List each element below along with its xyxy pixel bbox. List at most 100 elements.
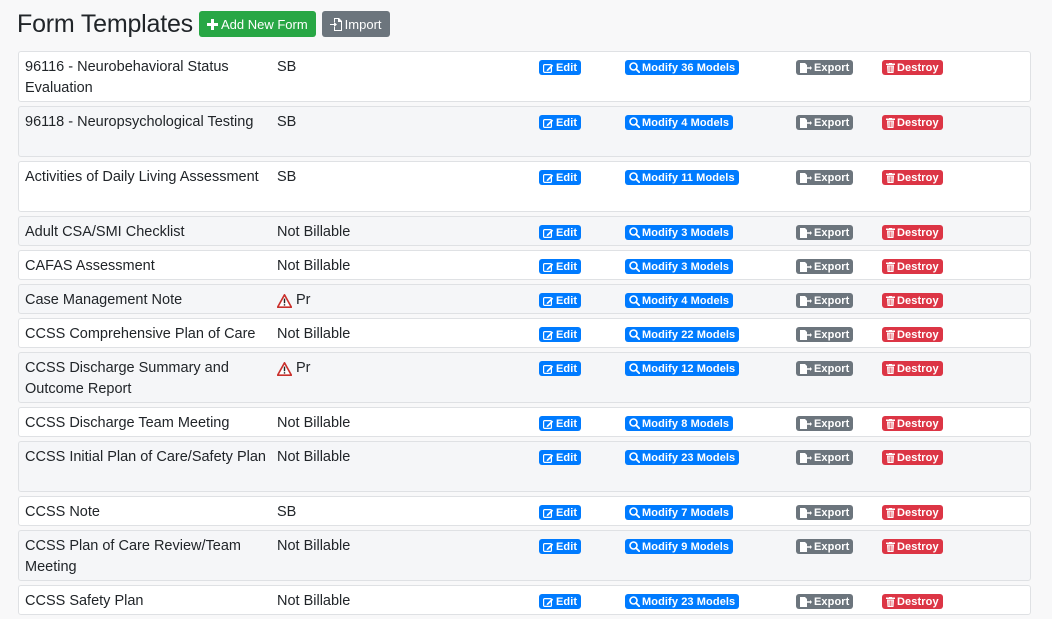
modify-models-button[interactable]: Modify 3 Models: [625, 225, 734, 240]
export-button[interactable]: Export: [796, 505, 854, 520]
destroy-button[interactable]: Destroy: [882, 170, 943, 185]
modify-models-button[interactable]: Modify 23 Models: [625, 450, 740, 465]
destroy-button[interactable]: Destroy: [882, 539, 943, 554]
row-actions: Edit Modify 4 Models Export Destroy: [19, 293, 1030, 309]
destroy-label: Destroy: [897, 417, 939, 430]
modify-models-button[interactable]: Modify 22 Models: [625, 327, 740, 342]
edit-label: Edit: [556, 260, 578, 273]
edit-button[interactable]: Edit: [539, 594, 582, 609]
row-actions: Edit Modify 9 Models Export Destroy: [19, 539, 1030, 555]
edit-button[interactable]: Edit: [539, 327, 582, 342]
edit-button[interactable]: Edit: [539, 361, 582, 376]
modify-models-label: Modify 22 Models: [642, 328, 736, 341]
edit-icon: [543, 63, 554, 73]
form-template-row: CCSS Plan of Care Review/Team Meeting No…: [18, 530, 1031, 581]
modify-models-label: Modify 9 Models: [642, 540, 730, 553]
modify-models-button[interactable]: Modify 12 Models: [625, 361, 740, 376]
destroy-label: Destroy: [897, 260, 939, 273]
modify-models-button[interactable]: Modify 3 Models: [625, 259, 734, 274]
modify-models-button[interactable]: Modify 9 Models: [625, 539, 734, 554]
trash-icon: [886, 418, 895, 429]
file-export-icon: [800, 227, 812, 238]
export-button[interactable]: Export: [796, 115, 854, 130]
modify-models-button[interactable]: Modify 4 Models: [625, 293, 734, 308]
modify-models-label: Modify 3 Models: [642, 260, 730, 273]
destroy-button[interactable]: Destroy: [882, 450, 943, 465]
export-label: Export: [814, 294, 850, 307]
edit-button[interactable]: Edit: [539, 259, 582, 274]
search-icon: [629, 295, 640, 306]
modify-models-button[interactable]: Modify 36 Models: [625, 60, 740, 75]
export-button[interactable]: Export: [796, 293, 854, 308]
file-export-icon: [800, 172, 812, 183]
search-icon: [629, 507, 640, 518]
export-label: Export: [814, 451, 850, 464]
destroy-button[interactable]: Destroy: [882, 225, 943, 240]
export-button[interactable]: Export: [796, 60, 854, 75]
edit-button[interactable]: Edit: [539, 60, 582, 75]
export-button[interactable]: Export: [796, 259, 854, 274]
destroy-button[interactable]: Destroy: [882, 505, 943, 520]
destroy-label: Destroy: [897, 362, 939, 375]
destroy-button[interactable]: Destroy: [882, 327, 943, 342]
export-button[interactable]: Export: [796, 361, 854, 376]
destroy-label: Destroy: [897, 540, 939, 553]
destroy-button[interactable]: Destroy: [882, 60, 943, 75]
search-icon: [629, 261, 640, 272]
edit-button[interactable]: Edit: [539, 115, 582, 130]
edit-button[interactable]: Edit: [539, 170, 582, 185]
form-template-row: Case Management Note Pr Edit Modify 4 Mo…: [18, 284, 1031, 314]
file-export-icon: [800, 261, 812, 272]
destroy-button[interactable]: Destroy: [882, 361, 943, 376]
edit-icon: [543, 542, 554, 552]
edit-label: Edit: [556, 417, 578, 430]
form-template-row: 96118 - Neuropsychological Testing SB Ed…: [18, 106, 1031, 157]
edit-button[interactable]: Edit: [539, 539, 582, 554]
edit-button[interactable]: Edit: [539, 225, 582, 240]
export-label: Export: [814, 540, 850, 553]
export-button[interactable]: Export: [796, 539, 854, 554]
destroy-button[interactable]: Destroy: [882, 594, 943, 609]
export-label: Export: [814, 362, 850, 375]
edit-button[interactable]: Edit: [539, 505, 582, 520]
destroy-button[interactable]: Destroy: [882, 259, 943, 274]
export-button[interactable]: Export: [796, 450, 854, 465]
export-button[interactable]: Export: [796, 594, 854, 609]
add-new-form-button[interactable]: Add New Form: [198, 11, 316, 37]
modify-models-button[interactable]: Modify 8 Models: [625, 416, 734, 431]
modify-models-label: Modify 3 Models: [642, 226, 730, 239]
import-button[interactable]: Import: [321, 11, 390, 37]
destroy-button[interactable]: Destroy: [882, 416, 943, 431]
modify-models-button[interactable]: Modify 7 Models: [625, 505, 734, 520]
edit-button[interactable]: Edit: [539, 450, 582, 465]
export-button[interactable]: Export: [796, 327, 854, 342]
trash-icon: [886, 363, 895, 374]
export-button[interactable]: Export: [796, 416, 854, 431]
file-export-icon: [800, 117, 812, 128]
export-button[interactable]: Export: [796, 225, 854, 240]
trash-icon: [886, 172, 895, 183]
edit-button[interactable]: Edit: [539, 416, 582, 431]
destroy-button[interactable]: Destroy: [882, 115, 943, 130]
row-actions: Edit Modify 11 Models Export Destroy: [19, 170, 1030, 186]
row-actions: Edit Modify 4 Models Export Destroy: [19, 115, 1030, 131]
edit-icon: [543, 330, 554, 340]
modify-models-button[interactable]: Modify 11 Models: [625, 170, 739, 185]
export-button[interactable]: Export: [796, 170, 854, 185]
edit-label: Edit: [556, 328, 578, 341]
modify-models-button[interactable]: Modify 23 Models: [625, 594, 740, 609]
edit-icon: [543, 228, 554, 238]
destroy-label: Destroy: [897, 61, 939, 74]
edit-label: Edit: [556, 171, 578, 184]
file-import-icon: [329, 17, 342, 31]
modify-models-label: Modify 7 Models: [642, 506, 730, 519]
form-template-row: CCSS Safety Plan Not Billable Edit Modif…: [18, 585, 1031, 615]
destroy-button[interactable]: Destroy: [882, 293, 943, 308]
modify-models-button[interactable]: Modify 4 Models: [625, 115, 734, 130]
search-icon: [629, 62, 640, 73]
form-template-list: 96116 - Neurobehavioral Status Evaluatio…: [18, 51, 1031, 619]
export-label: Export: [814, 328, 850, 341]
page-title: Form Templates: [17, 10, 193, 38]
form-template-row: Activities of Daily Living Assessment SB…: [18, 161, 1031, 212]
edit-button[interactable]: Edit: [539, 293, 582, 308]
